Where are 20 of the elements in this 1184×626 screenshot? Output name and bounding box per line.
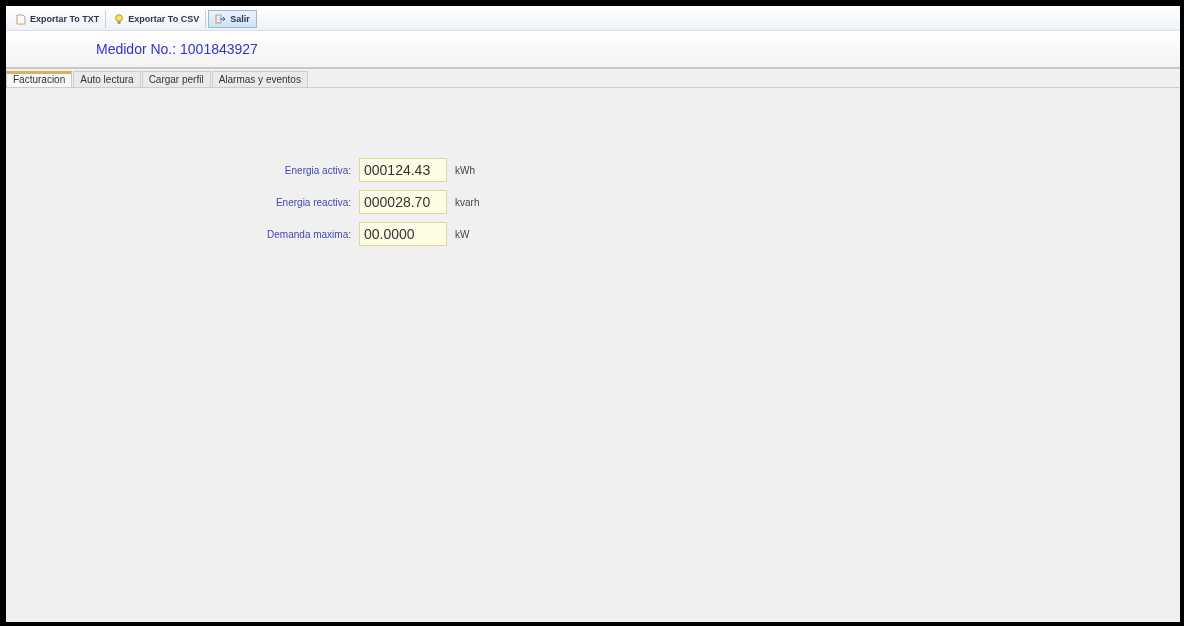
value-field[interactable]: 00.0000 [359, 222, 447, 246]
field-label: Energia reactiva: [274, 196, 351, 208]
exit-icon [215, 14, 227, 24]
value-field[interactable]: 000124.43 [359, 158, 447, 182]
unit-label: kWh [455, 164, 476, 176]
tab[interactable]: Facturacion [6, 71, 73, 87]
lightbulb-icon [114, 13, 125, 25]
tab[interactable]: Cargar perfil [141, 71, 211, 87]
unit-label: kW [455, 228, 471, 240]
document-icon [16, 13, 26, 25]
tab[interactable]: Alarmas y eventos [211, 71, 308, 87]
toolbar-button[interactable]: Exportar To TXT [10, 10, 107, 28]
tab[interactable]: Auto lectura [73, 71, 141, 87]
toolbar-button[interactable]: Exportar To CSV [108, 10, 207, 28]
unit-label: kvarh [455, 196, 480, 208]
field-label: Energia activa: [283, 164, 351, 176]
toolbar-button[interactable]: Salir [208, 10, 257, 28]
meter-title: Medidor No.: 1001843927 [96, 41, 258, 57]
field-label: Demanda maxima: [266, 228, 351, 240]
value-field[interactable]: 000028.70 [359, 190, 447, 214]
